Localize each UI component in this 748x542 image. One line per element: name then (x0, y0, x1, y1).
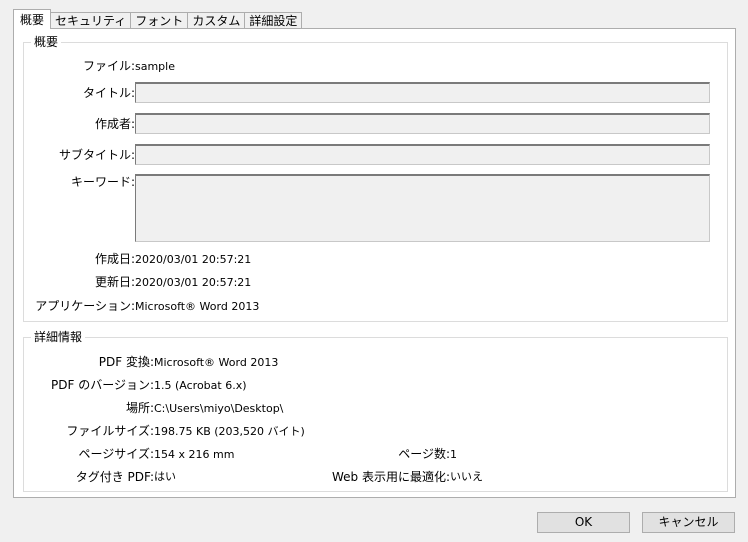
application-label: アプリケーション: (35, 299, 135, 313)
keywords-field[interactable] (135, 174, 710, 242)
tab-security[interactable]: セキュリティ (50, 12, 132, 29)
keywords-label: キーワード: (70, 175, 135, 189)
modified-label: 更新日: (94, 275, 135, 289)
tab-advanced[interactable]: 詳細設定 (244, 12, 303, 29)
title-label: タイトル: (82, 86, 135, 100)
application-value: Microsoft® Word 2013 (135, 300, 260, 313)
created-label: 作成日: (94, 252, 135, 266)
modified-value: 2020/03/01 20:57:21 (135, 276, 252, 289)
tab-bar: 概要 セキュリティ フォント カスタム 詳細設定 (13, 9, 303, 29)
file-label: ファイル: (82, 59, 135, 73)
tagged-pdf-label: タグ付き PDF: (75, 470, 154, 484)
page-size-label: ページサイズ: (78, 447, 154, 461)
pdf-producer-label: PDF 変換: (98, 355, 154, 369)
subtitle-label: サブタイトル: (58, 148, 135, 162)
created-value: 2020/03/01 20:57:21 (135, 253, 252, 266)
location-value: C:\Users\miyo\Desktop\ (154, 402, 284, 415)
author-label: 作成者: (94, 117, 135, 131)
ok-button[interactable]: OK (537, 512, 630, 533)
pdf-producer-value: Microsoft® Word 2013 (154, 356, 279, 369)
author-field[interactable] (135, 113, 710, 134)
summary-group: 概要 ファイル: sample タイトル: 作成者: サブタイトル: キーワード… (23, 35, 728, 322)
page-count-label: ページ数: (398, 447, 450, 461)
pdf-version-value: 1.5 (Acrobat 6.x) (154, 379, 247, 392)
page-count-value: 1 (450, 448, 457, 461)
location-label: 場所: (125, 401, 154, 415)
tab-panel: 概要 ファイル: sample タイトル: 作成者: サブタイトル: キーワード… (13, 28, 736, 498)
cancel-button[interactable]: キャンセル (642, 512, 735, 533)
tab-custom[interactable]: カスタム (187, 12, 246, 29)
tagged-pdf-value: はい (154, 470, 176, 483)
summary-group-title: 概要 (31, 35, 62, 49)
file-size-value: 198.75 KB (203,520 バイト) (154, 425, 305, 438)
tab-fonts[interactable]: フォント (130, 12, 189, 29)
fast-web-view-value: いいえ (450, 470, 483, 483)
page-size-value: 154 x 216 mm (154, 448, 235, 461)
subtitle-field[interactable] (135, 144, 710, 165)
file-size-label: ファイルサイズ: (66, 424, 154, 438)
fast-web-view-label: Web 表示用に最適化: (331, 470, 450, 484)
pdf-version-label: PDF のバージョン: (51, 378, 154, 392)
file-value: sample (135, 60, 175, 73)
details-group: 詳細情報 PDF 変換: Microsoft® Word 2013 PDF のバ… (23, 330, 728, 492)
details-group-title: 詳細情報 (31, 330, 86, 344)
tab-summary[interactable]: 概要 (13, 9, 52, 29)
title-field[interactable] (135, 82, 710, 103)
